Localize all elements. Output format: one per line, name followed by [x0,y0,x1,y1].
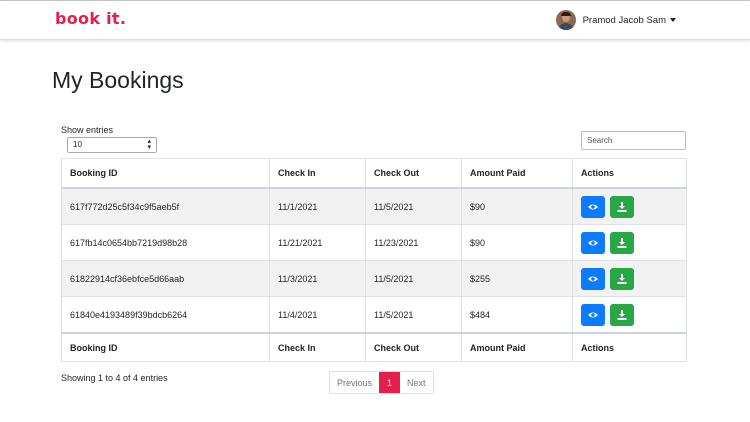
download-icon [617,237,627,248]
entries-select-value: 10 [73,140,82,149]
cell-booking-id: 617f772d25c5f34c9f5aeb5f [61,187,270,225]
header-check-out[interactable]: Check Out [365,158,462,189]
header-check-in[interactable]: Check In [269,158,366,189]
header-amount-paid[interactable]: Amount Paid [461,158,573,189]
cell-check-out: 11/23/2021 [365,224,462,261]
footer-check-in: Check In [269,332,366,362]
pagination-page-1[interactable]: 1 [379,372,401,393]
cell-check-in: 11/1/2021 [269,187,366,225]
download-invoice-button[interactable] [609,195,634,218]
download-invoice-button[interactable] [609,303,634,326]
cell-check-out: 11/5/2021 [365,260,462,297]
table-footer-row: Booking ID Check In Check Out Amount Pai… [61,332,687,362]
entries-select[interactable]: 10 ▴ ▾ [67,137,157,153]
download-invoice-button[interactable] [609,267,634,290]
eye-icon [588,204,598,209]
view-booking-button[interactable] [581,303,605,326]
pagination: Previous 1 Next [329,371,434,394]
table-header-row: Booking ID Check In Check Out Amount Pai… [61,158,687,189]
cell-actions [572,296,687,334]
select-arrows-icon: ▴ ▾ [147,138,151,151]
cell-actions [572,187,687,225]
cell-amount-paid: $90 [461,187,573,225]
show-entries-label: Show entries [61,125,114,135]
search-input[interactable] [581,131,686,150]
view-booking-button[interactable] [581,267,605,290]
user-avatar[interactable] [555,10,576,30]
cell-check-out: 11/5/2021 [365,296,462,334]
download-icon [617,273,627,284]
eye-icon [588,276,598,281]
pagination-next[interactable]: Next [400,372,433,393]
user-menu[interactable]: Pramod Jacob Sam [555,10,676,30]
cell-check-in: 11/3/2021 [269,260,366,297]
cell-booking-id: 61822914cf36ebfce5d66aab [61,260,270,297]
header-booking-id[interactable]: Booking ID [61,158,270,189]
table-row: 617f772d25c5f34c9f5aeb5f 11/1/2021 11/5/… [61,187,687,225]
view-booking-button[interactable] [581,195,605,218]
cell-amount-paid: $90 [461,224,573,261]
cell-booking-id: 617fb14c0654bb7219d98b28 [61,224,270,261]
download-icon [617,309,627,320]
table-row: 617fb14c0654bb7219d98b28 11/21/2021 11/2… [61,224,687,261]
cell-actions [572,260,687,297]
cell-amount-paid: $255 [461,260,573,297]
header-actions: Actions [572,158,687,189]
footer-check-out: Check Out [365,332,462,362]
table-info: Showing 1 to 4 of 4 entries [61,373,168,383]
pagination-previous[interactable]: Previous [330,372,379,393]
bookings-table: Booking ID Check In Check Out Amount Pai… [61,158,687,362]
footer-actions: Actions [572,332,687,362]
footer-booking-id: Booking ID [61,332,270,362]
navbar: book it. Pramod Jacob Sam [0,1,750,40]
caret-down-icon[interactable] [670,18,676,22]
brand-logo[interactable]: book it. [55,9,126,28]
footer-amount-paid: Amount Paid [461,332,573,362]
cell-booking-id: 61840e4193489f39bdcb6264 [61,296,270,334]
cell-check-in: 11/21/2021 [269,224,366,261]
cell-check-out: 11/5/2021 [365,187,462,225]
eye-icon [588,312,598,317]
table-row: 61822914cf36ebfce5d66aab 11/3/2021 11/5/… [61,260,687,297]
user-name[interactable]: Pramod Jacob Sam [583,15,666,26]
page-title: My Bookings [52,67,184,93]
table-row: 61840e4193489f39bdcb6264 11/4/2021 11/5/… [61,296,687,334]
cell-actions [572,224,687,261]
download-icon [617,201,627,212]
cell-check-in: 11/4/2021 [269,296,366,334]
cell-amount-paid: $484 [461,296,573,334]
view-booking-button[interactable] [581,231,605,254]
download-invoice-button[interactable] [609,231,634,254]
eye-icon [588,240,598,245]
